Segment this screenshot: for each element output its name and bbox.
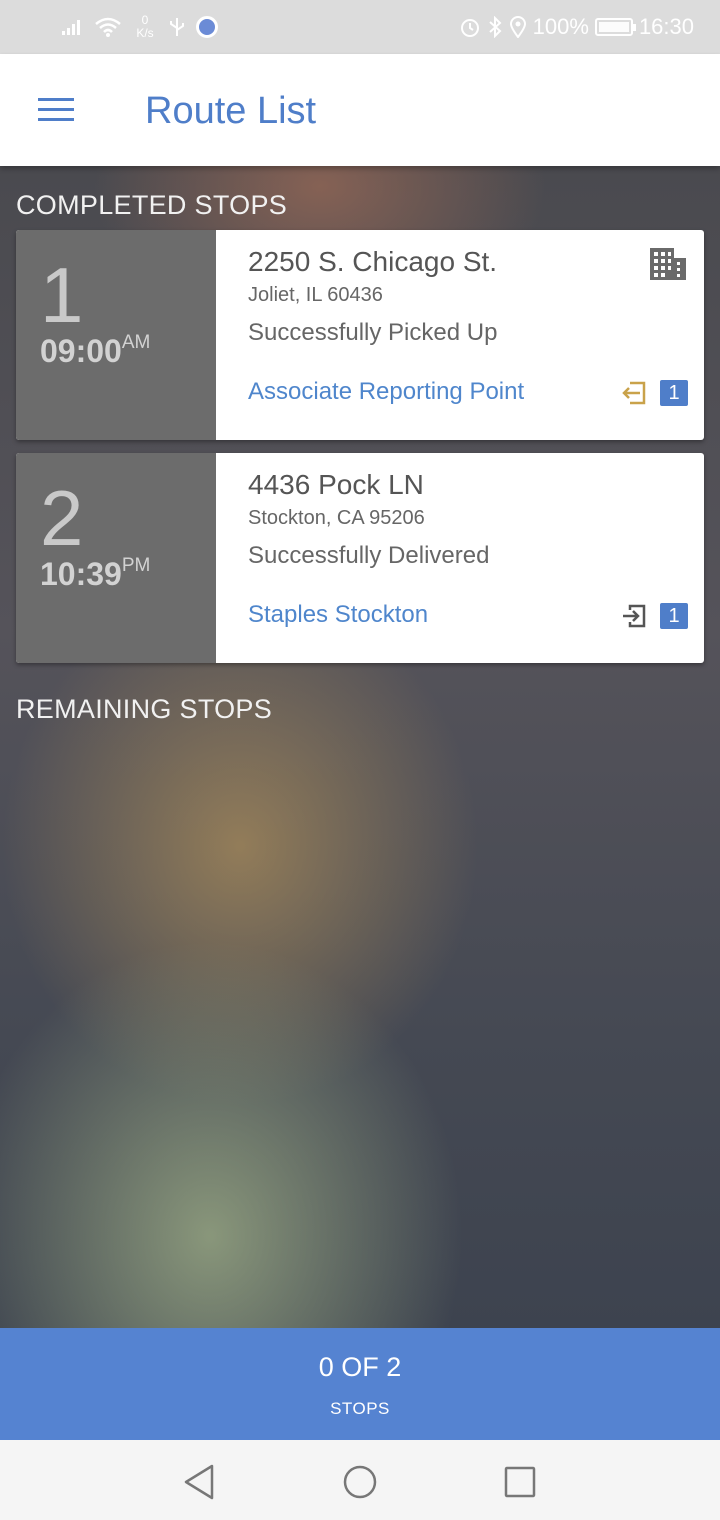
stop-time: 09:00AM	[40, 332, 150, 370]
clock: 16:30	[638, 14, 694, 39]
stop-sequence-panel: 1 09:00AM	[16, 230, 216, 440]
route-list-content[interactable]: COMPLETED STOPS 1 09:00AM 2250 S. Chicag…	[0, 166, 720, 1328]
stop-item-count-badge: 1	[660, 380, 688, 406]
alarm-icon	[460, 19, 479, 37]
menu-icon[interactable]	[36, 94, 76, 126]
net-speed: 0 K/s	[132, 14, 158, 40]
stop-time: 10:39PM	[40, 555, 150, 593]
stop-card-1[interactable]: 1 09:00AM 2250 S. Chicago St. Joliet, IL…	[16, 230, 704, 440]
building-icon	[650, 248, 686, 280]
app-notification-icon	[196, 16, 218, 38]
stop-location-link[interactable]: Staples Stockton	[248, 601, 428, 629]
stops-progress-footer[interactable]: 0 OF 2 STOPS	[0, 1328, 720, 1440]
stop-number: 1	[40, 251, 84, 339]
bluetooth-icon	[488, 16, 502, 38]
stop-sequence-panel: 2 10:39PM	[16, 453, 216, 663]
location-icon	[509, 16, 526, 38]
wifi-icon	[95, 17, 121, 37]
recents-icon[interactable]	[500, 1462, 540, 1502]
stop-status: Successfully Delivered	[248, 542, 490, 569]
usb-icon	[170, 18, 184, 36]
status-bar: 0 K/s 100% 16:30	[0, 0, 720, 54]
app-bar: Route List	[0, 54, 720, 166]
stop-status: Successfully Picked Up	[248, 319, 498, 346]
battery-icon	[594, 18, 636, 36]
system-nav-bar	[0, 1440, 720, 1520]
remaining-stops-heading: REMAINING STOPS	[16, 694, 273, 724]
stops-progress-count: 0 OF 2	[318, 1352, 402, 1382]
stop-number: 2	[40, 474, 84, 562]
page-title: Route List	[145, 90, 317, 132]
stop-time-ampm: PM	[121, 555, 151, 576]
stop-location-link[interactable]: Associate Reporting Point	[248, 378, 524, 406]
stop-time-value: 10:39	[40, 556, 122, 592]
home-icon[interactable]	[340, 1462, 380, 1502]
completed-stops-heading: COMPLETED STOPS	[16, 190, 288, 220]
stop-time-ampm: AM	[121, 332, 151, 353]
stop-item-count-badge: 1	[660, 603, 688, 629]
back-icon[interactable]	[180, 1462, 220, 1502]
stops-progress-label: STOPS	[330, 1399, 390, 1418]
net-speed-unit: K/s	[136, 26, 154, 40]
stop-address: 2250 S. Chicago St.	[248, 246, 498, 277]
stop-address: 4436 Pock LN	[248, 469, 424, 500]
stop-city: Stockton, CA 95206	[248, 507, 425, 529]
stop-time-value: 09:00	[40, 333, 122, 369]
stop-card-2[interactable]: 2 10:39PM 4436 Pock LN Stockton, CA 9520…	[16, 453, 704, 663]
arrow-in-left-icon	[622, 381, 646, 405]
arrow-in-right-icon	[623, 604, 646, 628]
signal-icon	[62, 20, 80, 35]
status-right: 100% 16:30	[459, 12, 694, 42]
status-left: 0 K/s	[60, 12, 218, 42]
battery-percent: 100%	[532, 14, 589, 39]
stop-city: Joliet, IL 60436	[248, 284, 383, 306]
